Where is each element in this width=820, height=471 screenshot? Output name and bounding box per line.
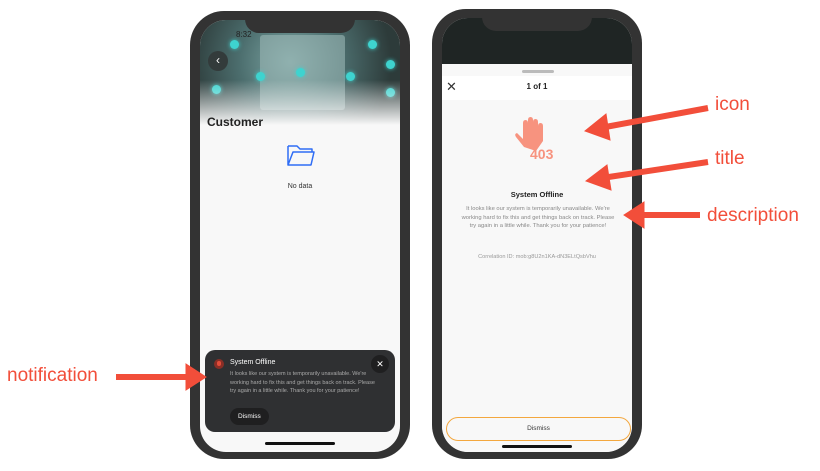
- notch: [245, 11, 355, 33]
- back-button[interactable]: ‹: [208, 51, 228, 71]
- arrow-icon: [599, 105, 709, 131]
- annotation-description: description: [707, 205, 799, 226]
- arrowhead: [623, 201, 645, 229]
- arrow-title: [601, 159, 709, 181]
- arrowhead: [185, 363, 207, 391]
- annotation-notification: notification: [7, 365, 98, 386]
- page-title: Customer: [207, 115, 264, 129]
- arrowhead: [583, 113, 611, 141]
- notch: [482, 9, 592, 31]
- arrowhead: [584, 164, 612, 191]
- annotation-icon: icon: [715, 94, 750, 115]
- status-time: 8:32: [236, 30, 252, 39]
- annotation-arrows: [116, 105, 709, 391]
- annotation-title: title: [715, 148, 745, 169]
